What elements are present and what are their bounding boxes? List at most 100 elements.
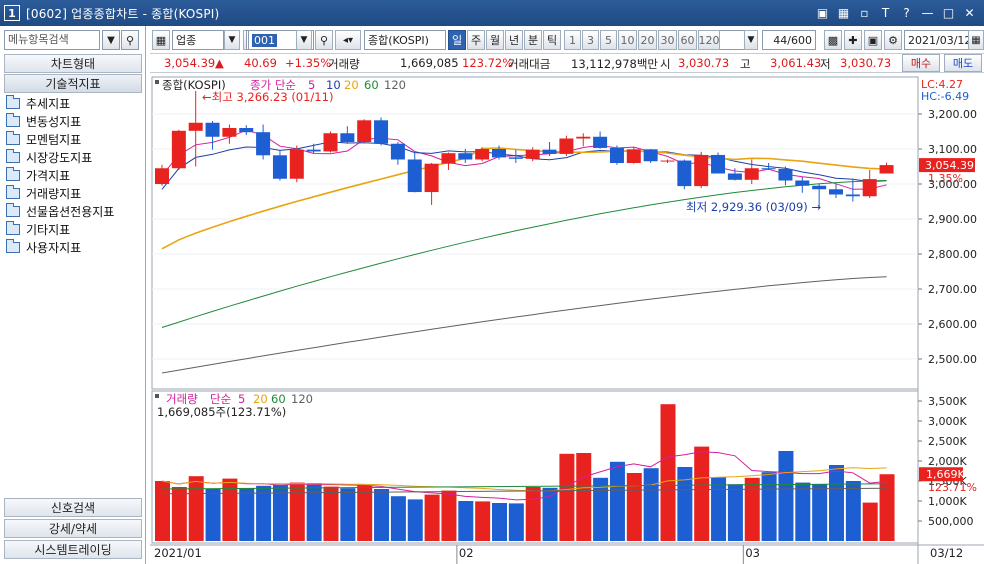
x-axis-label: 02: [459, 546, 474, 560]
tree-item-label: 모멘텀지표: [26, 132, 82, 147]
sector-type-select[interactable]: 업종: [172, 30, 224, 50]
volume-legend-ma-period: 20: [253, 392, 268, 406]
volume-bar: [340, 488, 356, 541]
code-search-icon[interactable]: ⚲: [315, 30, 333, 50]
candle-body: [323, 133, 338, 152]
period-button-1[interactable]: 주: [467, 30, 485, 50]
window-link-icon[interactable]: ▣: [814, 4, 831, 21]
price-tick-label: 2,500.00: [928, 353, 977, 366]
tree-item-6[interactable]: 선물옵션전용지표: [6, 202, 114, 220]
data-count-input[interactable]: 44 /600: [762, 30, 816, 50]
candle-body: [761, 168, 776, 170]
candle-body: [272, 155, 287, 179]
tree-item-2[interactable]: 모멘텀지표: [6, 130, 114, 148]
interval-button-6[interactable]: 60: [678, 30, 697, 50]
candle-body: [879, 165, 894, 174]
interval-button-2[interactable]: 5: [600, 30, 617, 50]
candle-body: [458, 153, 473, 160]
candle-body: [374, 120, 389, 144]
folder-icon: [6, 148, 20, 163]
amount-label: 거래대금: [508, 57, 551, 71]
chart-area[interactable]: 3,200.00 3,100.00 3,000.00 2,900.00 2,800.00…: [150, 75, 984, 564]
volume-label: 거래량: [328, 57, 360, 71]
tab-signal-search[interactable]: 신호검색: [4, 498, 142, 517]
sector-dropdown-icon[interactable]: ▼: [224, 30, 240, 50]
volume-bar: [374, 489, 390, 541]
interval-button-0[interactable]: 1: [564, 30, 581, 50]
code-value: 001: [252, 33, 277, 47]
volume-bar: [357, 485, 373, 541]
folder-icon: [6, 238, 20, 253]
folder-icon: [6, 166, 20, 181]
calendar-icon[interactable]: ▦: [968, 30, 984, 50]
price-legend-ma-period: 60: [364, 78, 379, 92]
tree-item-5[interactable]: 거래량지표: [6, 184, 114, 202]
volume-bar: [559, 453, 575, 541]
volume-bar: [744, 477, 760, 541]
interval-button-3[interactable]: 10: [618, 30, 637, 50]
date-input[interactable]: 2021/03/12: [904, 30, 971, 50]
tree-item-label: 시장강도지표: [26, 150, 93, 165]
tree-item-0[interactable]: 추세지표: [6, 94, 114, 112]
tree-item-4[interactable]: 가격지표: [6, 166, 114, 184]
code-dropdown-icon[interactable]: ▼: [296, 30, 312, 50]
period-button-5[interactable]: 틱: [543, 30, 561, 50]
font-size-icon[interactable]: T: [877, 4, 894, 21]
period-button-2[interactable]: 월: [486, 30, 504, 50]
high-value: 3,061.43: [770, 56, 822, 70]
menu-dropdown-icon[interactable]: ▼: [102, 30, 120, 50]
interval-dropdown-icon[interactable]: ▼: [744, 30, 758, 50]
menu-search-icon[interactable]: ⚲: [121, 30, 139, 50]
data-count-total: /600: [787, 33, 812, 47]
zoom-in-icon[interactable]: ▩: [824, 30, 842, 50]
sell-button[interactable]: 매도: [944, 54, 982, 72]
tree-item-label: 변동성지표: [26, 114, 82, 129]
period-button-0[interactable]: 일: [448, 30, 466, 50]
price-legend-ma-period: 20: [344, 78, 359, 92]
close-icon[interactable]: ✕: [961, 4, 978, 21]
price-volume-chart[interactable]: 3,200.003,100.003,000.002,900.002,800.00…: [150, 75, 984, 564]
minimize-icon[interactable]: —: [919, 4, 936, 21]
volume-bar: [761, 472, 777, 541]
chart-settings-icon[interactable]: ▦: [152, 30, 170, 50]
tab-technical-indicators[interactable]: 기술적지표: [4, 74, 142, 93]
help-icon[interactable]: ?: [898, 4, 915, 21]
interval-button-4[interactable]: 20: [638, 30, 657, 50]
buy-button[interactable]: 매수: [902, 54, 940, 72]
tab-system-trading[interactable]: 시스템트레이딩: [4, 540, 142, 559]
tree-item-1[interactable]: 변동성지표: [6, 112, 114, 130]
tree-item-label: 사용자지표: [26, 240, 82, 255]
period-button-3[interactable]: 년: [505, 30, 523, 50]
window-scale-icon[interactable]: ▫: [856, 4, 873, 21]
interval-button-1[interactable]: 3: [582, 30, 599, 50]
gear-icon[interactable]: ⚙: [884, 30, 902, 50]
folder-icon: [6, 220, 20, 235]
save-icon[interactable]: ▣: [864, 30, 882, 50]
volume-legend-ma-period: 5: [238, 392, 245, 406]
volume-bar: [525, 487, 541, 541]
price-tick-label: 3,100.00: [928, 143, 977, 156]
maximize-icon[interactable]: □: [940, 4, 957, 21]
interval-button-7[interactable]: 120: [698, 30, 720, 50]
sound-toggle-icon[interactable]: ◂▾: [335, 30, 361, 50]
menu-search-input[interactable]: 메뉴항목검색: [4, 30, 100, 50]
tree-item-label: 선물옵션전용지표: [26, 204, 115, 219]
tree-item-7[interactable]: 기타지표: [6, 220, 114, 238]
tab-strength-weakness[interactable]: 강세/약세: [4, 519, 142, 538]
window-tile-icon[interactable]: ▦: [835, 4, 852, 21]
tree-item-8[interactable]: 사용자지표: [6, 238, 114, 256]
volume-bar: [845, 481, 861, 541]
hc-label: HC:-6.49: [921, 90, 969, 103]
period-button-4[interactable]: 분: [524, 30, 542, 50]
crosshair-icon[interactable]: ✚: [844, 30, 862, 50]
tab-chart-type[interactable]: 차트형태: [4, 54, 142, 73]
candle-body: [508, 157, 523, 159]
volume-tick-label: 3,000K: [928, 415, 967, 428]
volume-legend-name: 거래량: [166, 392, 198, 406]
folder-icon: [6, 202, 20, 217]
tree-item-3[interactable]: 시장강도지표: [6, 148, 114, 166]
x-axis-label: 03: [745, 546, 760, 560]
candle-body: [171, 130, 186, 169]
interval-button-5[interactable]: 30: [658, 30, 677, 50]
price-tick-label: 2,900.00: [928, 213, 977, 226]
